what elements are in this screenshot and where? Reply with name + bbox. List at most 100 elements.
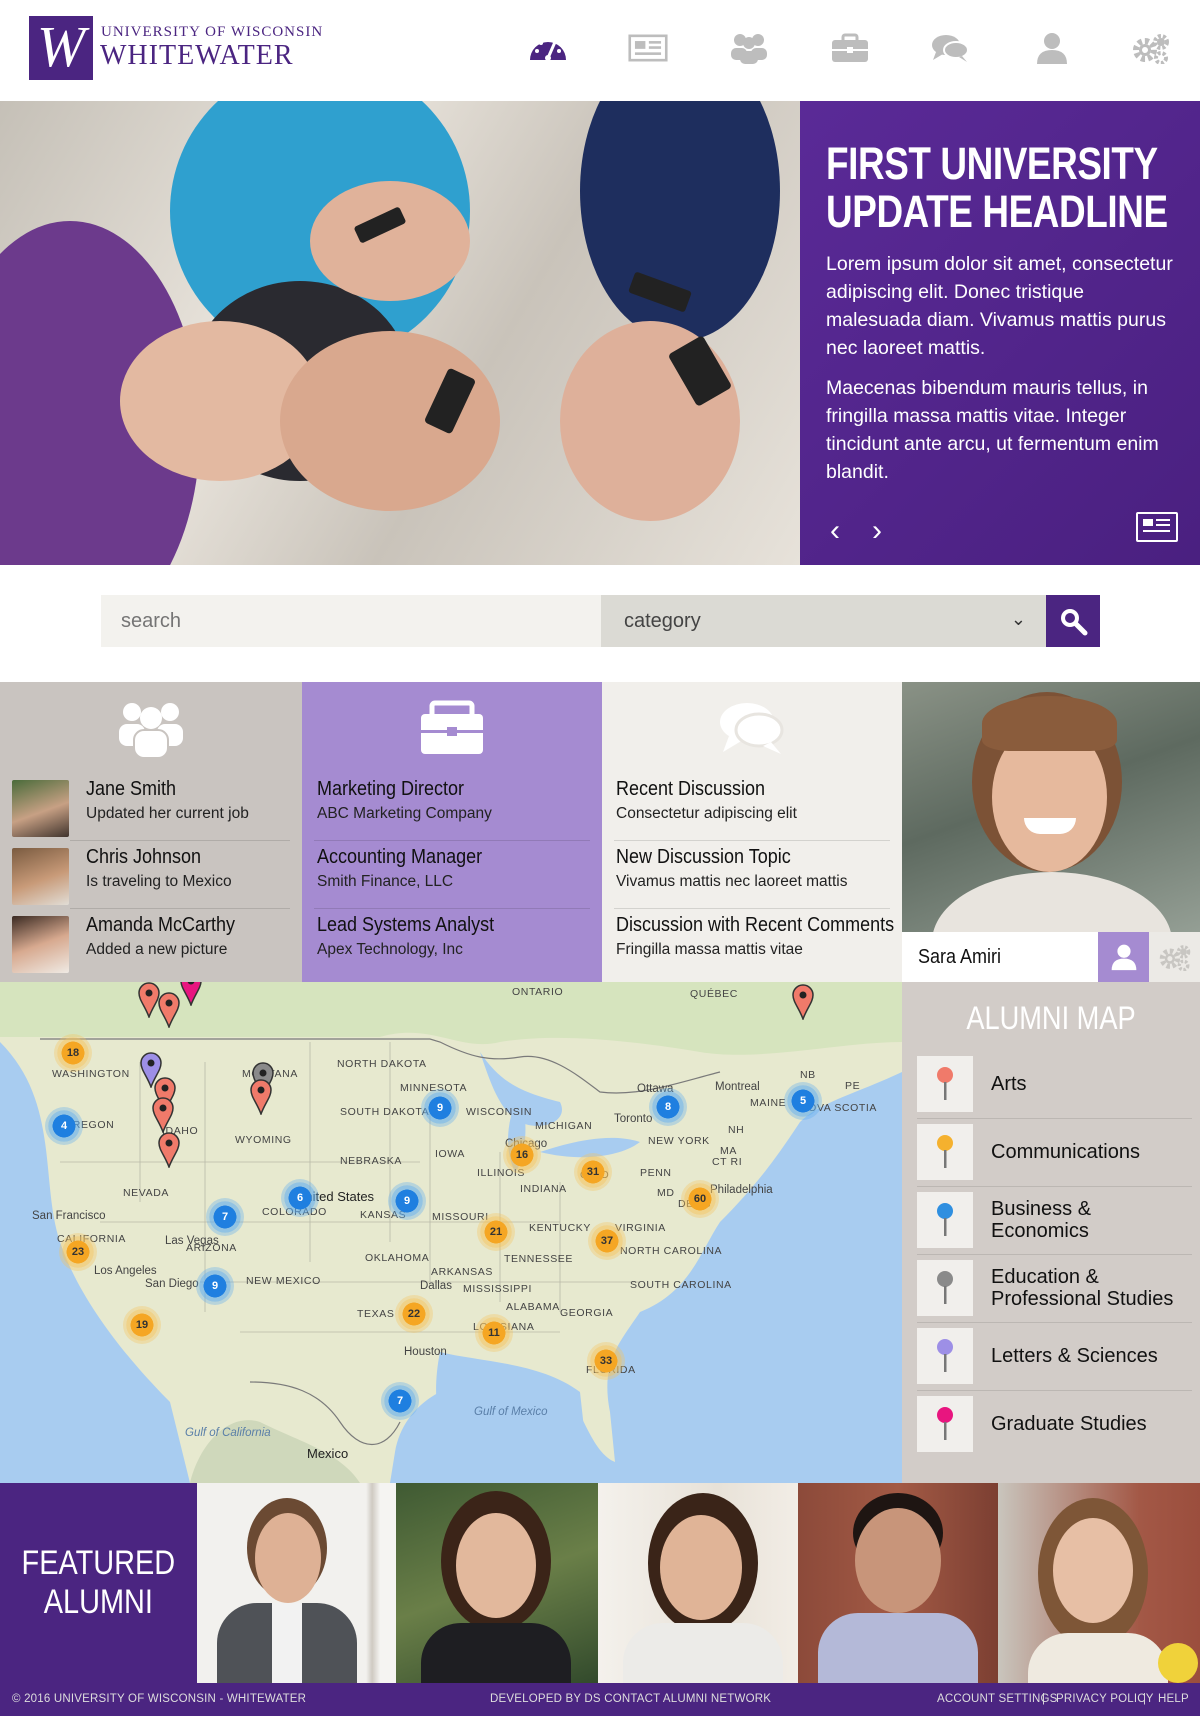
- map-pin-icon: [917, 1328, 973, 1384]
- nav-settings-gear-icon[interactable]: [1131, 28, 1171, 68]
- job-item[interactable]: Marketing Director ABC Marketing Company: [314, 776, 590, 844]
- featured-alumni-photo[interactable]: [598, 1483, 798, 1683]
- map-cluster-marker[interactable]: 8: [649, 1088, 687, 1126]
- nav-profile-user-icon[interactable]: [1032, 28, 1072, 68]
- map-pin-icon[interactable]: [250, 1079, 272, 1117]
- briefcase-icon[interactable]: [302, 700, 602, 760]
- footer-link-privacy-policy[interactable]: PRIVACY POLICY: [1056, 1693, 1154, 1705]
- map-label: San Diego: [145, 1278, 199, 1290]
- map-pin-icon: [917, 1056, 973, 1112]
- hero-headline[interactable]: FIRST UNIVERSITY UPDATE HEADLINE: [826, 140, 1168, 236]
- nav-dashboard-icon[interactable]: [528, 28, 568, 68]
- cluster-count: 23: [71, 1246, 85, 1258]
- legend-item[interactable]: Communications: [917, 1118, 1192, 1186]
- category-select[interactable]: category ⌄: [601, 595, 1046, 647]
- legend-item[interactable]: Business & Economics: [917, 1186, 1192, 1254]
- map-label: IOWA: [435, 1148, 466, 1160]
- job-item[interactable]: Lead Systems Analyst Apex Technology, In…: [314, 912, 590, 980]
- divider: [70, 908, 290, 909]
- avatar: [12, 916, 69, 973]
- profile-name[interactable]: Sara Amiri: [918, 946, 1001, 969]
- map-cluster-marker[interactable]: 6: [281, 1179, 319, 1217]
- map-cluster-marker[interactable]: 7: [206, 1198, 244, 1236]
- map-pin-icon[interactable]: [138, 982, 160, 1020]
- alumni-map[interactable]: ONTARIO QUÉBEC NORTH DAKOTA MINNESOTA WASHIN…: [0, 982, 902, 1483]
- map-cluster-marker[interactable]: 60: [681, 1180, 719, 1218]
- map-pin-icon: [917, 1192, 973, 1248]
- map-cluster-marker[interactable]: 4: [45, 1107, 83, 1145]
- nav-news-icon[interactable]: [628, 28, 668, 68]
- map-label: CT RI: [712, 1156, 743, 1168]
- legend-item[interactable]: Education & Professional Studies: [917, 1254, 1192, 1322]
- map-label: NEVADA: [123, 1187, 169, 1199]
- map-pin-icon[interactable]: [152, 1097, 174, 1135]
- discussion-item[interactable]: Discussion with Recent Comments Fringill…: [614, 912, 894, 980]
- map-label: TEXAS: [357, 1308, 395, 1320]
- legend-item[interactable]: Arts: [917, 1050, 1192, 1118]
- map-cluster-marker[interactable]: 11: [475, 1314, 513, 1352]
- map-cluster-marker[interactable]: 33: [587, 1342, 625, 1380]
- university-logo[interactable]: W: [29, 16, 93, 80]
- hero-photo-students-with-phones: [0, 101, 800, 565]
- map-pin-icon[interactable]: [180, 982, 202, 1008]
- people-icon[interactable]: [0, 700, 302, 760]
- profile-settings-button[interactable]: [1149, 932, 1200, 982]
- cluster-count: 5: [799, 1095, 807, 1107]
- map-label: INDIANA: [520, 1183, 567, 1195]
- activity-item[interactable]: Amanda McCarthy Added a new picture: [12, 912, 290, 980]
- discussion-item[interactable]: New Discussion Topic Vivamus mattis nec …: [614, 844, 890, 912]
- profile-user-button[interactable]: [1098, 932, 1149, 982]
- map-cluster-marker[interactable]: 19: [123, 1306, 161, 1344]
- legend-label: Arts: [991, 1073, 1027, 1095]
- activity-item[interactable]: Chris Johnson Is traveling to Mexico: [12, 844, 290, 912]
- map-label: NEW MEXICO: [246, 1275, 321, 1287]
- map-cluster-marker[interactable]: 22: [395, 1295, 433, 1333]
- legend-item[interactable]: Letters & Sciences: [917, 1322, 1192, 1390]
- activity-name: Amanda McCarthy: [86, 914, 236, 936]
- map-cluster-marker[interactable]: 31: [574, 1153, 612, 1191]
- nav-people-icon[interactable]: [729, 28, 769, 68]
- cluster-count: 6: [296, 1192, 304, 1204]
- map-pin-icon[interactable]: [158, 992, 180, 1030]
- featured-alumni-photo[interactable]: [798, 1483, 998, 1683]
- all-news-icon[interactable]: [1136, 512, 1178, 542]
- activity-item[interactable]: Jane Smith Updated her current job: [12, 776, 290, 844]
- job-item[interactable]: Accounting Manager Smith Finance, LLC: [314, 844, 590, 912]
- map-cluster-marker[interactable]: 7: [381, 1382, 419, 1420]
- divider: [314, 840, 590, 841]
- map-label: PE: [845, 1080, 861, 1092]
- carousel-prev-button[interactable]: ‹: [830, 516, 840, 546]
- avatar: [12, 848, 69, 905]
- map-cluster-marker[interactable]: 5: [784, 1082, 822, 1120]
- cluster-count: 37: [600, 1235, 614, 1247]
- legend-title: ALUMNI MAP: [966, 1000, 1136, 1036]
- map-cluster-marker[interactable]: 37: [588, 1222, 626, 1260]
- nav-discussion-chat-icon[interactable]: [930, 28, 970, 68]
- footer-link-account-settings[interactable]: ACCOUNT SETTINGS: [937, 1693, 1058, 1705]
- activity-name: Chris Johnson: [86, 846, 202, 868]
- cluster-count: 8: [664, 1101, 672, 1113]
- map-pin-icon[interactable]: [792, 984, 814, 1022]
- map-pin-icon[interactable]: [158, 1132, 180, 1170]
- map-cluster-marker[interactable]: 16: [503, 1136, 541, 1174]
- carousel-next-button[interactable]: ›: [872, 516, 882, 546]
- discussion-item[interactable]: Recent Discussion Consectetur adipiscing…: [614, 776, 890, 844]
- map-cluster-marker[interactable]: 18: [54, 1034, 92, 1072]
- search-input[interactable]: [101, 595, 601, 647]
- map-cluster-marker[interactable]: 9: [388, 1182, 426, 1220]
- map-cluster-marker[interactable]: 21: [477, 1213, 515, 1251]
- job-title: Accounting Manager: [317, 846, 483, 868]
- featured-alumni-photo[interactable]: [998, 1483, 1200, 1683]
- nav-jobs-briefcase-icon[interactable]: [830, 28, 870, 68]
- map-cluster-marker[interactable]: 9: [196, 1267, 234, 1305]
- featured-alumni-photo[interactable]: [396, 1483, 598, 1683]
- chat-icon[interactable]: [602, 700, 902, 760]
- map-label: Houston: [404, 1346, 447, 1358]
- featured-alumni-photo[interactable]: [197, 1483, 396, 1683]
- search-button[interactable]: [1046, 595, 1100, 647]
- map-cluster-marker[interactable]: 9: [421, 1089, 459, 1127]
- divider: [614, 840, 890, 841]
- map-cluster-marker[interactable]: 23: [59, 1233, 97, 1271]
- legend-item[interactable]: Graduate Studies: [917, 1390, 1192, 1458]
- footer-link-help[interactable]: HELP: [1158, 1693, 1189, 1705]
